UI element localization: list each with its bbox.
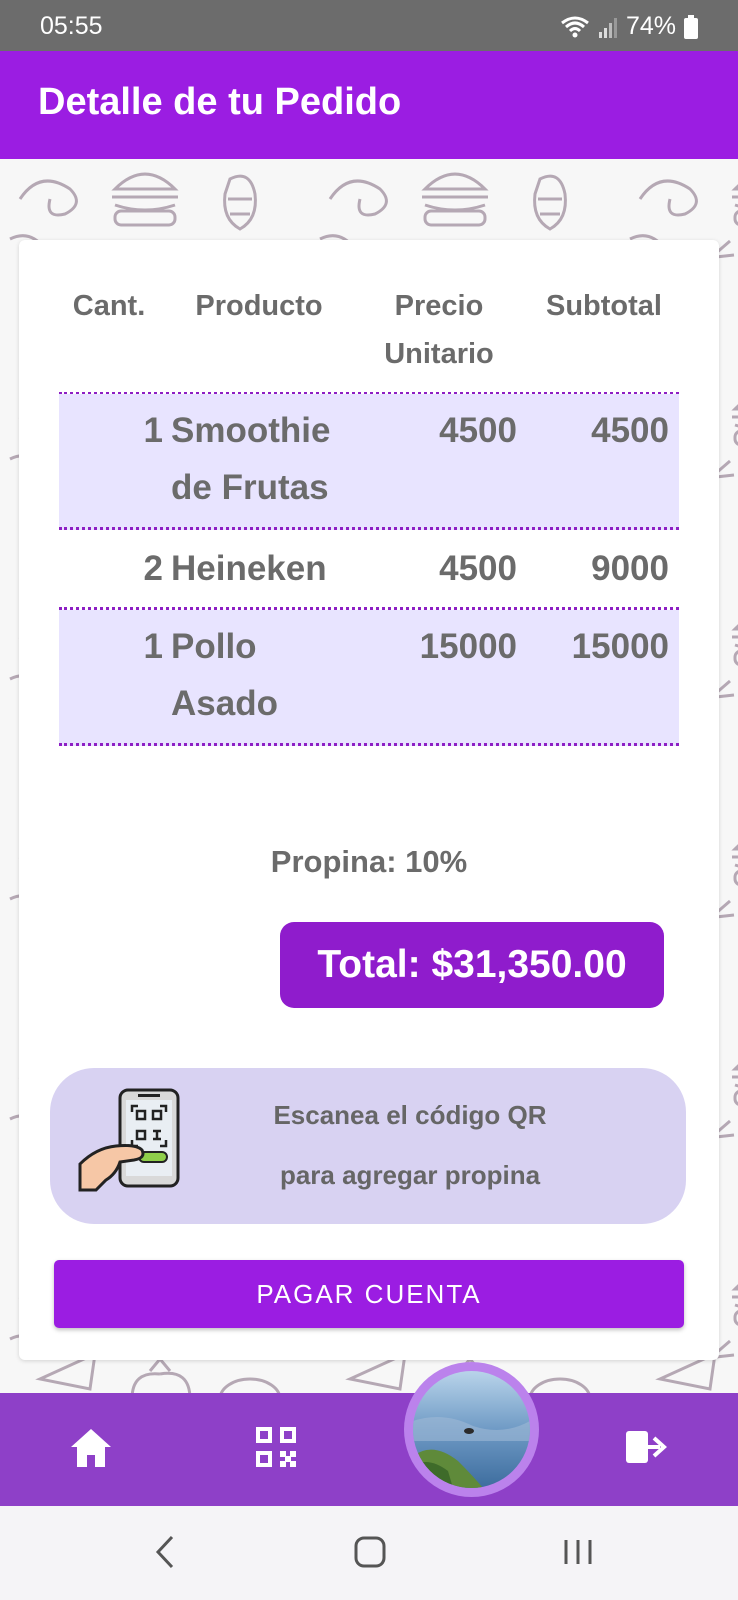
phone-qr-scan-icon bbox=[76, 1086, 188, 1201]
row-price: 15000 bbox=[419, 627, 517, 666]
app-bar: Detalle de tu Pedido bbox=[0, 51, 738, 159]
order-card: Cant. Producto Precio Unitario Subtotal … bbox=[19, 240, 719, 1360]
home-icon[interactable] bbox=[69, 1427, 113, 1474]
row-subtotal: 9000 bbox=[591, 549, 669, 588]
row-product-line2: de Frutas bbox=[171, 468, 329, 507]
row-subtotal: 15000 bbox=[571, 627, 669, 666]
header-price-line2: Unitario bbox=[384, 338, 494, 370]
battery-level: 74% bbox=[625, 12, 676, 40]
row-product-line1: Smoothie bbox=[171, 411, 331, 450]
avatar[interactable] bbox=[404, 1362, 539, 1497]
status-time: 05:55 bbox=[40, 12, 103, 40]
row-price: 4500 bbox=[439, 411, 517, 450]
header-product: Producto bbox=[195, 290, 323, 322]
row-product-line2: Asado bbox=[171, 684, 278, 723]
header-subtotal: Subtotal bbox=[546, 290, 662, 322]
row-product-line1: Heineken bbox=[171, 549, 327, 588]
status-icons: 74% bbox=[560, 12, 698, 41]
row-price: 4500 bbox=[439, 549, 517, 588]
qr-banner-line2: para agregar propina bbox=[279, 1160, 541, 1190]
avatar-photo bbox=[413, 1371, 530, 1488]
table-row: 1 Smoothie de Frutas 4500 4500 bbox=[59, 394, 679, 530]
row-subtotal: 4500 bbox=[591, 411, 669, 450]
row-product-line1: Pollo bbox=[171, 627, 257, 666]
logout-icon[interactable] bbox=[624, 1427, 668, 1472]
wifi-icon bbox=[560, 15, 590, 39]
qr-tip-banner[interactable]: Escanea el código QR para agregar propin… bbox=[50, 1068, 686, 1224]
back-icon[interactable] bbox=[154, 1534, 176, 1575]
signal-icon bbox=[598, 16, 618, 38]
system-nav-bar bbox=[0, 1506, 738, 1600]
battery-icon bbox=[684, 14, 698, 39]
header-qty: Cant. bbox=[72, 290, 146, 322]
pay-bill-button[interactable]: PAGAR CUENTA bbox=[54, 1260, 684, 1328]
row-qty: 1 bbox=[143, 411, 163, 450]
bottom-nav bbox=[0, 1393, 738, 1506]
home-button-icon[interactable] bbox=[354, 1534, 386, 1575]
table-row: 2 Heineken 4500 9000 bbox=[59, 530, 679, 610]
row-qty: 1 bbox=[143, 627, 163, 666]
total-badge: Total: $31,350.00 bbox=[280, 922, 664, 1008]
row-qty: 2 bbox=[143, 549, 163, 588]
recent-apps-icon[interactable] bbox=[562, 1534, 594, 1575]
header-price-line1: Precio bbox=[394, 290, 484, 322]
status-bar: 05:55 74% bbox=[0, 0, 738, 51]
tip-label: Propina: 10% bbox=[270, 844, 468, 879]
table-row: 1 Pollo Asado 15000 15000 bbox=[59, 610, 679, 746]
qr-code-icon[interactable] bbox=[256, 1427, 296, 1472]
qr-banner-line1: Escanea el código QR bbox=[273, 1100, 547, 1130]
page-title: Detalle de tu Pedido bbox=[38, 81, 402, 123]
